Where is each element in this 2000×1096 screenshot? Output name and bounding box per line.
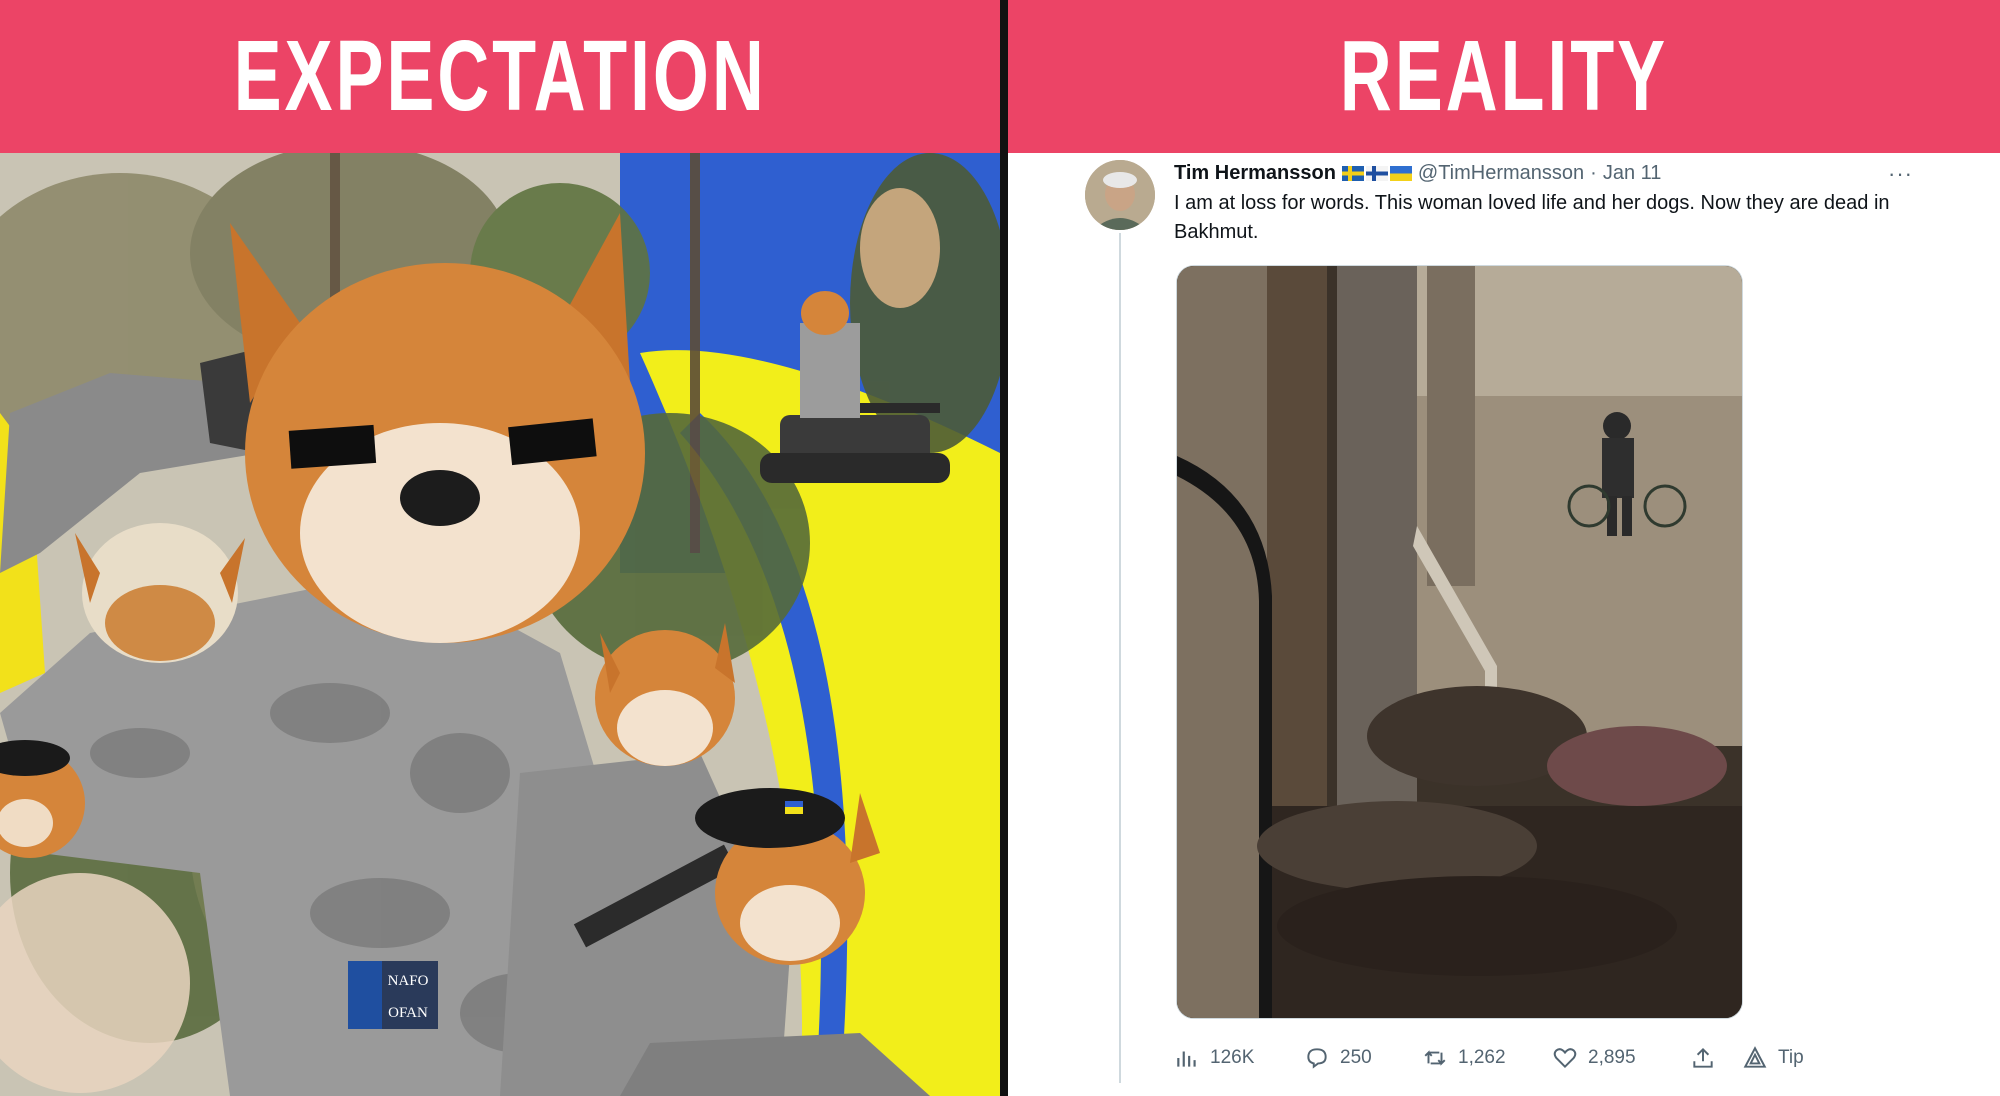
author-name[interactable]: Tim Hermansson — [1174, 162, 1336, 185]
expectation-panel: EXPECTATION NAFO OFAN — [0, 0, 1000, 1096]
tweet-text: I am at loss for words. This woman loved… — [1174, 192, 1890, 243]
tweet-date[interactable]: Jan 11 — [1603, 162, 1662, 185]
retweet-icon — [1424, 1050, 1446, 1066]
expectation-title: EXPECTATION — [233, 20, 767, 132]
reply-action[interactable]: 250 — [1304, 1041, 1372, 1075]
reality-banner: REALITY — [1008, 0, 2000, 153]
tip-label: Tip — [1778, 1047, 1804, 1068]
reply-count: 250 — [1340, 1047, 1372, 1068]
tweet-header: Tim Hermansson @TimHermansson · Jan 11 — [1174, 158, 1661, 188]
author-avatar[interactable] — [1085, 160, 1155, 230]
tip-icon — [1743, 1046, 1767, 1068]
reality-panel: REALITY Tim Hermansson @TimHermansson · … — [1008, 0, 2000, 1096]
views-action[interactable]: 126K — [1174, 1041, 1254, 1075]
reply-icon — [1307, 1048, 1327, 1069]
flag-sweden-icon — [1341, 165, 1364, 181]
author-handle[interactable]: @TimHermansson — [1418, 162, 1584, 185]
views-count: 126K — [1210, 1047, 1255, 1068]
author-flags — [1341, 165, 1412, 181]
share-action[interactable] — [1690, 1041, 1716, 1075]
shiba-soldier-collage: NAFO OFAN — [0, 153, 1000, 1096]
heart-icon — [1553, 1048, 1577, 1069]
analytics-icon — [1177, 1051, 1196, 1067]
like-count: 2,895 — [1588, 1047, 1636, 1068]
tip-action[interactable]: Tip — [1742, 1041, 1804, 1075]
thread-line — [1119, 233, 1121, 1083]
ofan-label: OFAN — [388, 1005, 428, 1021]
nafo-patch: NAFO OFAN — [348, 961, 438, 1029]
flag-ukraine-icon — [1389, 165, 1412, 181]
nafo-label: NAFO — [388, 973, 429, 989]
reality-title: REALITY — [1339, 20, 1669, 132]
like-action[interactable]: 2,895 — [1552, 1041, 1636, 1075]
tweet-photo[interactable] — [1176, 265, 1743, 1019]
more-options-icon[interactable]: ··· — [1888, 161, 1913, 187]
tweet-card: Tim Hermansson @TimHermansson · Jan 11 ·… — [1008, 153, 2000, 1096]
flag-finland-icon — [1365, 165, 1388, 181]
retweet-count: 1,262 — [1458, 1047, 1506, 1068]
tweet-actions: 126K 250 1,262 2,895 Tip — [1174, 1041, 1954, 1075]
header-separator: · — [1590, 161, 1597, 184]
expectation-banner: EXPECTATION — [0, 0, 1000, 153]
share-icon — [1693, 1047, 1713, 1068]
retweet-action[interactable]: 1,262 — [1422, 1041, 1506, 1075]
panel-divider — [1000, 0, 1008, 1096]
